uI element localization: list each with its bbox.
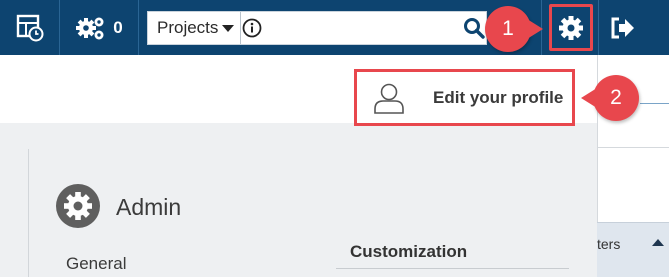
search-bar: Projects <box>147 11 487 45</box>
panel-divider <box>28 149 29 277</box>
activity-count: 0 <box>113 17 123 37</box>
customization-divider <box>336 268 569 269</box>
right-panel-accent-line <box>640 103 669 104</box>
general-section-link[interactable]: General <box>66 254 126 274</box>
search-info-button[interactable] <box>241 12 262 44</box>
search-icon <box>463 18 485 39</box>
gear-icon <box>559 15 583 40</box>
callout-step-2: 2 <box>581 75 639 121</box>
dashboard-clock-icon <box>16 14 43 41</box>
settings-button[interactable] <box>549 4 593 51</box>
dashboard-button[interactable] <box>0 0 59 55</box>
top-nav-bar: 0 Projects <box>0 0 669 55</box>
nav-divider <box>138 0 139 55</box>
right-panel-divider <box>597 147 669 148</box>
search-scope-value: Projects <box>157 18 219 37</box>
search-scope-select[interactable]: Projects <box>148 12 242 44</box>
user-outline-icon <box>372 81 406 115</box>
callout-step-1: 1 <box>485 6 543 52</box>
chevron-down-icon <box>222 24 235 32</box>
admin-gear-icon <box>55 183 101 234</box>
admin-title: Admin <box>116 194 182 220</box>
activity-button[interactable]: 0 <box>60 0 138 55</box>
edit-profile-label: Edit your profile <box>433 87 564 107</box>
callout-number: 1 <box>502 17 514 40</box>
logout-button[interactable] <box>599 0 647 55</box>
filters-label: ters <box>597 236 621 252</box>
customization-heading: Customization <box>350 242 468 261</box>
gears-icon <box>76 17 104 39</box>
search-input[interactable] <box>262 12 462 44</box>
info-icon <box>242 18 262 38</box>
filters-toggle[interactable]: ters <box>597 222 669 277</box>
edit-profile-link[interactable]: Edit your profile <box>354 69 575 126</box>
callout-number: 2 <box>610 86 622 109</box>
chevron-up-icon <box>652 239 664 246</box>
logout-icon <box>611 17 634 38</box>
search-button[interactable] <box>462 12 486 44</box>
